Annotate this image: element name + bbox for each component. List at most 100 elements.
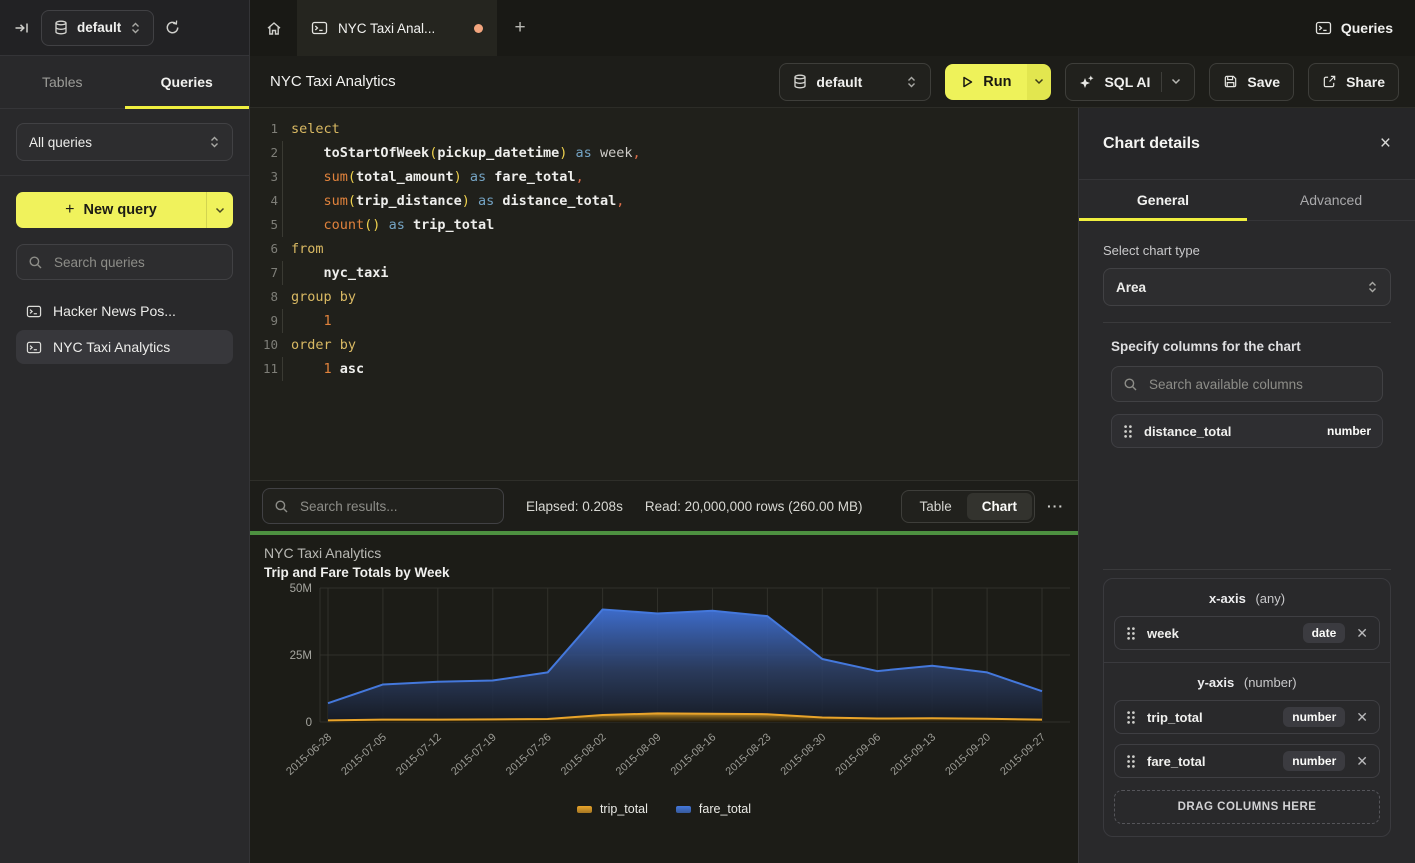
results-search-input[interactable] xyxy=(298,498,492,515)
refresh-icon[interactable] xyxy=(164,19,181,36)
query-list-item-nyc-taxi[interactable]: NYC Taxi Analytics xyxy=(16,330,233,364)
panel-tabs: General Advanced xyxy=(1079,180,1415,221)
database-icon xyxy=(793,74,807,89)
top-bar: default NYC Taxi Anal... + xyxy=(0,0,1415,57)
database-icon xyxy=(54,20,68,35)
chart-type-value: Area xyxy=(1116,280,1357,295)
chart-details-panel: Chart details × General Advanced Select … xyxy=(1078,108,1415,863)
remove-column-icon[interactable]: ✕ xyxy=(1356,753,1368,770)
tab-tables[interactable]: Tables xyxy=(0,56,125,108)
chart-title: NYC Taxi Analytics xyxy=(264,545,1078,561)
remove-column-icon[interactable]: ✕ xyxy=(1356,625,1368,642)
x-axis-section: x-axis (any) week date ✕ xyxy=(1104,579,1390,662)
drag-columns-dropzone[interactable]: DRAG COLUMNS HERE xyxy=(1114,790,1380,824)
drag-handle-icon[interactable] xyxy=(1126,626,1136,641)
divider xyxy=(1103,569,1391,570)
share-label: Share xyxy=(1346,74,1385,90)
tab-general[interactable]: General xyxy=(1079,180,1247,220)
results-search[interactable] xyxy=(262,488,504,524)
sql-ai-dropdown[interactable] xyxy=(1161,72,1181,92)
run-label: Run xyxy=(983,74,1011,90)
svg-text:2015-08-23: 2015-08-23 xyxy=(724,731,774,778)
sql-ai-button[interactable]: SQL AI xyxy=(1065,63,1195,101)
search-icon xyxy=(28,255,43,270)
new-query-label: New query xyxy=(84,202,157,218)
sql-editor[interactable]: 1select2 toStartOfWeek(pickup_datetime) … xyxy=(250,108,1078,480)
drag-handle-icon[interactable] xyxy=(1126,710,1136,725)
terminal-icon xyxy=(311,20,328,36)
y-axis-title: y-axis xyxy=(1197,675,1234,690)
columns-search-input[interactable] xyxy=(1147,376,1371,393)
code-line: 9 1 xyxy=(250,309,1078,333)
query-list-item-hacker-news[interactable]: Hacker News Pos... xyxy=(16,294,233,328)
x-axis-column-week[interactable]: week date ✕ xyxy=(1114,616,1380,650)
legend-swatch xyxy=(577,806,592,813)
save-button[interactable]: Save xyxy=(1209,63,1294,101)
drag-handle-icon[interactable] xyxy=(1126,754,1136,769)
tab-title: NYC Taxi Anal... xyxy=(338,21,464,36)
column-name: distance_total xyxy=(1144,424,1316,439)
close-icon[interactable]: × xyxy=(1380,133,1391,155)
view-toggle-chart[interactable]: Chart xyxy=(967,493,1032,520)
tab-advanced[interactable]: Advanced xyxy=(1247,180,1415,220)
new-query-dropdown[interactable] xyxy=(206,192,233,228)
tab-strip: NYC Taxi Anal... + xyxy=(250,0,1315,56)
share-icon xyxy=(1322,74,1337,89)
svg-text:2015-09-27: 2015-09-27 xyxy=(998,731,1048,778)
remove-column-icon[interactable]: ✕ xyxy=(1356,709,1368,726)
tab-queries[interactable]: Queries xyxy=(125,56,250,108)
run-button[interactable]: Run xyxy=(945,64,1051,100)
axes-configuration: x-axis (any) week date ✕ y-axis (number) xyxy=(1103,578,1391,837)
svg-text:2015-09-20: 2015-09-20 xyxy=(943,731,993,778)
area-chart[interactable]: 025M50M2015-06-282015-07-052015-07-12201… xyxy=(264,582,1078,800)
run-options-dropdown[interactable] xyxy=(1027,64,1051,100)
collapse-sidebar-icon[interactable] xyxy=(14,20,31,36)
queries-shortcut-button[interactable]: Queries xyxy=(1315,20,1393,36)
y-axis-column-trip-total[interactable]: trip_total number ✕ xyxy=(1114,700,1380,734)
database-selector[interactable]: default xyxy=(41,10,154,46)
terminal-icon xyxy=(1315,20,1332,36)
svg-text:2015-07-19: 2015-07-19 xyxy=(449,731,499,778)
query-search-input[interactable] xyxy=(52,254,233,271)
column-name: trip_total xyxy=(1147,710,1272,725)
drag-handle-icon[interactable] xyxy=(1123,424,1133,439)
query-search[interactable] xyxy=(16,244,233,280)
database-selector-value: default xyxy=(77,20,121,35)
home-tab[interactable] xyxy=(250,0,297,56)
line-number: 7 xyxy=(250,261,278,285)
code-line: 7 nyc_taxi xyxy=(250,261,1078,285)
svg-text:2015-09-06: 2015-09-06 xyxy=(833,731,883,778)
svg-text:2015-08-16: 2015-08-16 xyxy=(669,731,719,778)
view-toggle-table[interactable]: Table xyxy=(904,493,966,520)
unsaved-changes-dot xyxy=(474,24,483,33)
chart-type-select[interactable]: Area xyxy=(1103,268,1391,306)
plus-icon: + xyxy=(65,201,74,219)
code-line: 1select xyxy=(250,117,1078,141)
run-database-selector[interactable]: default xyxy=(779,63,931,101)
line-number: 5 xyxy=(250,213,278,237)
svg-text:2015-08-30: 2015-08-30 xyxy=(778,731,828,778)
query-filter-select[interactable]: All queries xyxy=(16,123,233,161)
ellipsis-icon[interactable]: ··· xyxy=(1047,498,1064,514)
new-query-button[interactable]: + New query xyxy=(16,192,233,228)
code-line: 4 sum(trip_distance) as distance_total, xyxy=(250,189,1078,213)
column-type-badge: number xyxy=(1283,707,1345,727)
elapsed-time: Elapsed: 0.208s xyxy=(526,499,623,514)
share-button[interactable]: Share xyxy=(1308,63,1399,101)
available-column-distance-total[interactable]: distance_total number xyxy=(1111,414,1383,448)
save-label: Save xyxy=(1247,74,1280,90)
chart-type-label: Select chart type xyxy=(1097,243,1397,258)
code-line: 5 count() as trip_total xyxy=(250,213,1078,237)
svg-text:2015-07-05: 2015-07-05 xyxy=(339,731,389,778)
chart-legend: trip_total fare_total xyxy=(264,802,1064,816)
columns-search[interactable] xyxy=(1111,366,1383,402)
svg-text:50M: 50M xyxy=(290,583,312,595)
query-tab-nyc-taxi[interactable]: NYC Taxi Anal... xyxy=(297,0,497,56)
updown-chevron-icon xyxy=(1367,280,1378,294)
legend-item-trip_total[interactable]: trip_total xyxy=(577,802,648,816)
y-axis-column-fare-total[interactable]: fare_total number ✕ xyxy=(1114,744,1380,778)
line-number: 1 xyxy=(250,117,278,141)
new-tab-button[interactable]: + xyxy=(497,0,543,56)
svg-text:2015-08-02: 2015-08-02 xyxy=(559,731,609,778)
legend-item-fare_total[interactable]: fare_total xyxy=(676,802,751,816)
